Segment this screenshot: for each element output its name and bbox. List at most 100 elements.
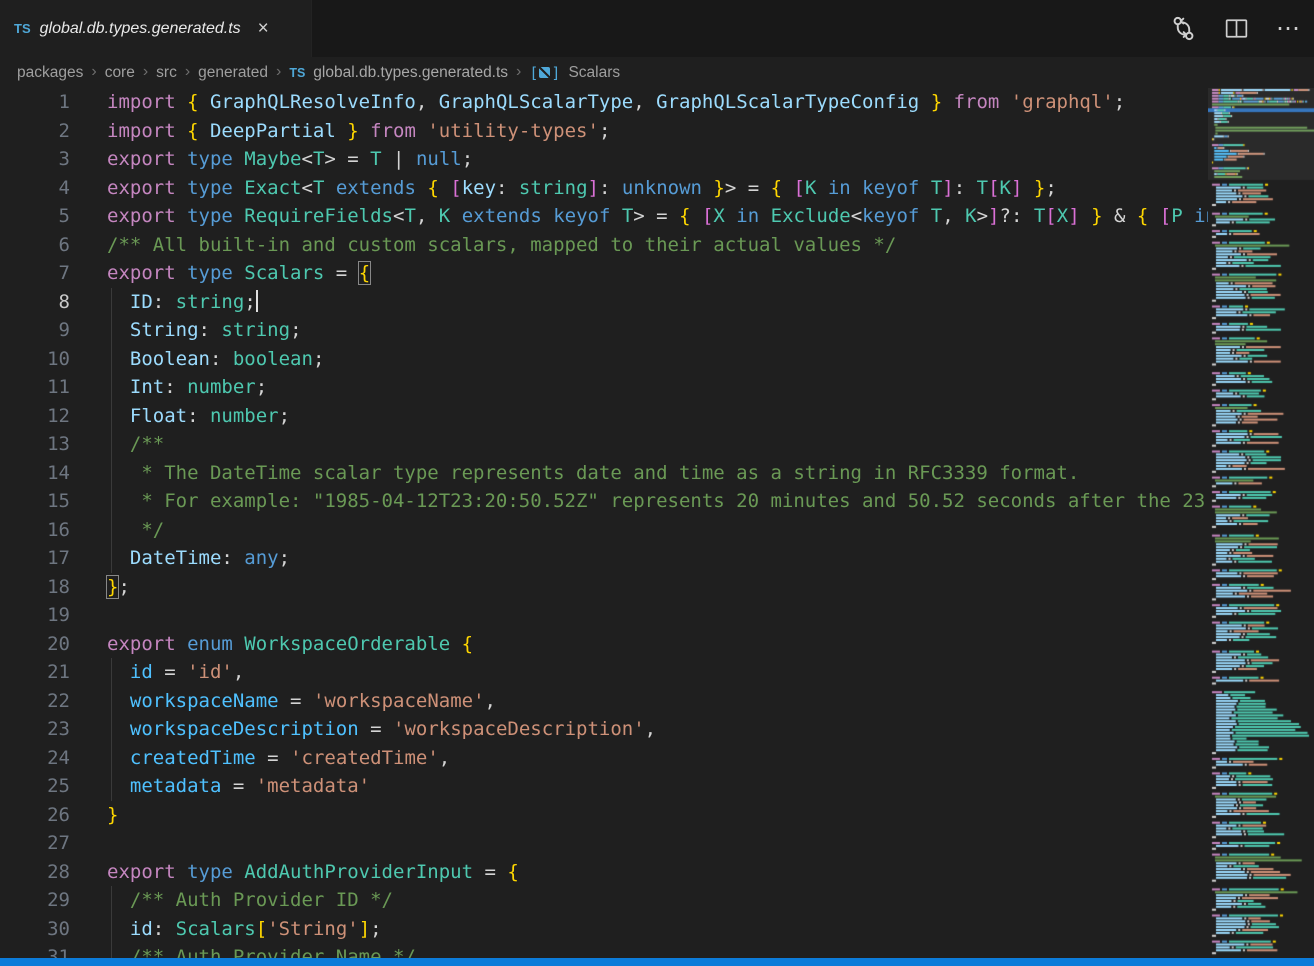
breadcrumb-item-symbol[interactable]: Scalars (568, 64, 620, 82)
line-number[interactable]: 2 (0, 117, 70, 146)
line-number[interactable]: 16 (0, 516, 70, 545)
code-text: /** (107, 430, 164, 459)
code-text: String: string; (107, 316, 302, 345)
code-line[interactable]: 2 import { DeepPartial } from 'utility-ty… (0, 117, 1314, 146)
code-text: Float: number; (107, 402, 290, 431)
line-number[interactable]: 15 (0, 487, 70, 516)
line-number[interactable]: 31 (0, 943, 70, 958)
compare-changes-icon[interactable] (1170, 15, 1197, 42)
code-text: Boolean: boolean; (107, 345, 324, 374)
line-number[interactable]: 28 (0, 858, 70, 887)
line-number[interactable]: 9 (0, 316, 70, 345)
code-text: ID: string; (107, 288, 258, 317)
code-line[interactable]: 19 (0, 601, 1314, 630)
breadcrumb-item-generated[interactable]: generated (198, 64, 268, 82)
breadcrumb-item-src[interactable]: src (156, 64, 177, 82)
line-number[interactable]: 13 (0, 430, 70, 459)
code-line[interactable]: 27 (0, 829, 1314, 858)
minimap[interactable] (1208, 88, 1314, 958)
code-text: */ (107, 516, 164, 545)
code-text: export type AddAuthProviderInput = { (107, 858, 519, 887)
breadcrumb-item-core[interactable]: core (105, 64, 135, 82)
code-line[interactable]: 7export type Scalars = { (0, 259, 1314, 288)
code-line[interactable]: 6/** All built-in and custom scalars, ma… (0, 231, 1314, 260)
code-line[interactable]: 31 /** Auth Provider Name */ (0, 943, 1314, 958)
code-text: id: Scalars['String']; (107, 915, 382, 944)
code-line[interactable]: 10 Boolean: boolean; (0, 345, 1314, 374)
code-line[interactable]: 1 import { GraphQLResolveInfo, GraphQLSca… (0, 88, 1314, 117)
code-text: DateTime: any; (107, 544, 290, 573)
line-number[interactable]: 3 (0, 145, 70, 174)
line-number[interactable]: 30 (0, 915, 70, 944)
line-number[interactable]: 17 (0, 544, 70, 573)
line-number[interactable]: 24 (0, 744, 70, 773)
line-number[interactable]: 23 (0, 715, 70, 744)
code-line[interactable]: 11 Int: number; (0, 373, 1314, 402)
tab-global-db-types-generated[interactable]: TS global.db.types.generated.ts × (0, 0, 312, 57)
code-line[interactable]: 4export type Exact<T extends { [key: str… (0, 174, 1314, 203)
line-number[interactable]: 20 (0, 630, 70, 659)
line-number[interactable]: 8 (0, 288, 70, 317)
code-text: workspaceDescription = 'workspaceDescrip… (107, 715, 656, 744)
line-number[interactable]: 7 (0, 259, 70, 288)
code-line[interactable]: 21 id = 'id', (0, 658, 1314, 687)
code-line[interactable]: 13 /** (0, 430, 1314, 459)
line-number[interactable]: 12 (0, 402, 70, 431)
code-line[interactable]: 14 * The DateTime scalar type represents… (0, 459, 1314, 488)
code-line[interactable]: 12 Float: number; (0, 402, 1314, 431)
line-number[interactable]: 14 (0, 459, 70, 488)
line-number[interactable]: 18 (0, 573, 70, 602)
code-text: }; (107, 573, 130, 602)
code-line[interactable]: 9 String: string; (0, 316, 1314, 345)
chevron-right-icon: › (516, 63, 521, 81)
code-line[interactable]: 16 */ (0, 516, 1314, 545)
line-number[interactable]: 11 (0, 373, 70, 402)
code-line[interactable]: 30 id: Scalars['String']; (0, 915, 1314, 944)
typescript-file-icon: TS (289, 66, 305, 80)
code-text: export type Maybe<T> = T | null; (107, 145, 473, 174)
minimap-canvas (1208, 88, 1314, 958)
code-text: import { DeepPartial } from 'utility-typ… (107, 117, 610, 146)
line-number[interactable]: 5 (0, 202, 70, 231)
code-line[interactable]: 15 * For example: "1985-04-12T23:20:50.5… (0, 487, 1314, 516)
split-editor-icon[interactable] (1224, 16, 1249, 41)
code-text: import { GraphQLResolveInfo, GraphQLScal… (107, 88, 1125, 117)
code-line[interactable]: 28 export type AddAuthProviderInput = { (0, 858, 1314, 887)
code-line[interactable]: 25 metadata = 'metadata' (0, 772, 1314, 801)
line-number[interactable]: 26 (0, 801, 70, 830)
code-text: id = 'id', (107, 658, 244, 687)
line-number[interactable]: 27 (0, 829, 70, 858)
line-number[interactable]: 6 (0, 231, 70, 260)
line-number[interactable]: 19 (0, 601, 70, 630)
breadcrumb-item-filename[interactable]: global.db.types.generated.ts (313, 64, 508, 82)
line-number[interactable]: 22 (0, 687, 70, 716)
code-line[interactable]: 26} (0, 801, 1314, 830)
status-bar-edge (0, 958, 1314, 966)
line-number[interactable]: 25 (0, 772, 70, 801)
code-line[interactable]: 29 /** Auth Provider ID */ (0, 886, 1314, 915)
line-number[interactable]: 10 (0, 345, 70, 374)
code-line[interactable]: 8 ID: string; (0, 288, 1314, 317)
code-line[interactable]: 5export type RequireFields<T, K extends … (0, 202, 1314, 231)
code-line[interactable]: 20export enum WorkspaceOrderable { (0, 630, 1314, 659)
code-line[interactable]: 3 export type Maybe<T> = T | null; (0, 145, 1314, 174)
code-text: } (107, 801, 118, 830)
vscode-editor-window: TS global.db.types.generated.ts × (0, 0, 1314, 966)
line-number[interactable]: 29 (0, 886, 70, 915)
code-line[interactable]: 23 workspaceDescription = 'workspaceDesc… (0, 715, 1314, 744)
code-line[interactable]: 24 createdTime = 'createdTime', (0, 744, 1314, 773)
breadcrumb-item-packages[interactable]: packages (17, 64, 83, 82)
line-number[interactable]: 4 (0, 174, 70, 203)
code-editor[interactable]: 1 import { GraphQLResolveInfo, GraphQLSca… (0, 88, 1314, 958)
line-number[interactable]: 21 (0, 658, 70, 687)
line-number[interactable]: 1 (0, 88, 70, 117)
editor-tab-bar: TS global.db.types.generated.ts × (0, 0, 1314, 57)
code-line[interactable]: 17 DateTime: any; (0, 544, 1314, 573)
chevron-right-icon: › (143, 63, 148, 81)
code-line[interactable]: 22 workspaceName = 'workspaceName', (0, 687, 1314, 716)
close-tab-icon[interactable]: × (258, 19, 269, 38)
code-text: /** Auth Provider ID */ (107, 886, 393, 915)
code-text: workspaceName = 'workspaceName', (107, 687, 496, 716)
breadcrumb: packages › core › src › generated › TS g… (0, 57, 1314, 88)
code-line[interactable]: 18}; (0, 573, 1314, 602)
